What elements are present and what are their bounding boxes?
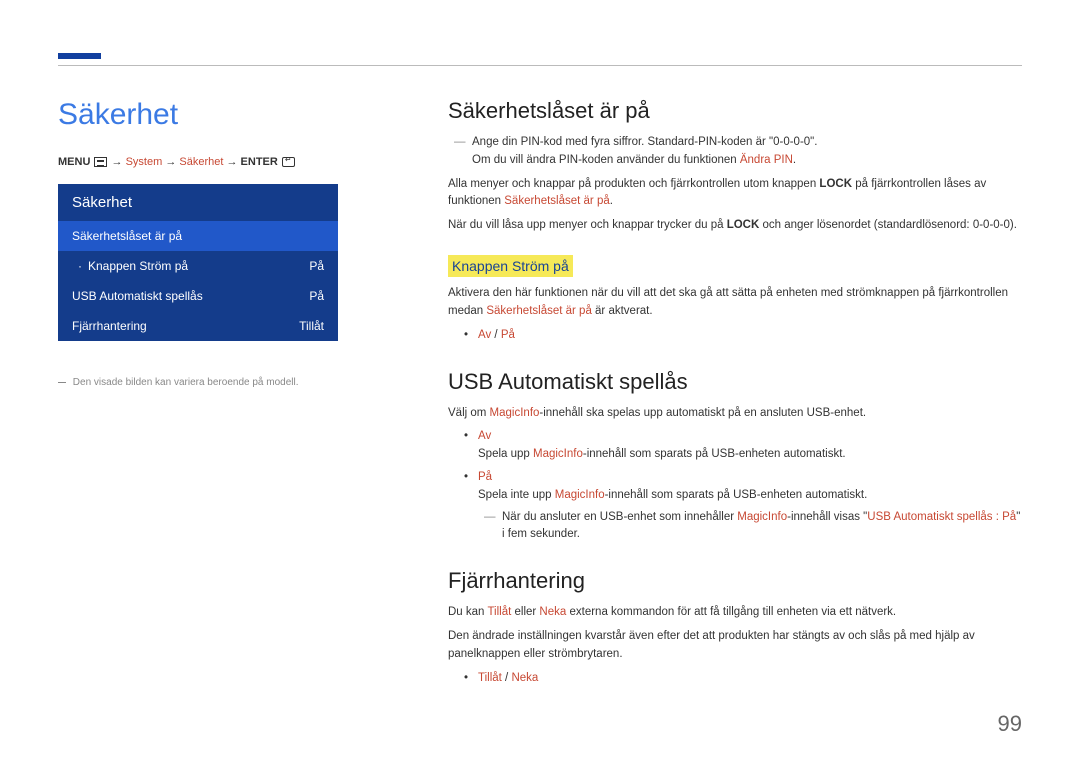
lock-term: LOCK: [819, 178, 852, 190]
option-av: Av: [478, 329, 491, 341]
option-pa-note: När du ansluter en USB-enhet som innehål…: [478, 509, 1022, 545]
page-accent-bar: [58, 53, 101, 59]
magicinfo-term: MagicInfo: [555, 489, 605, 501]
settings-row-value: På: [309, 259, 324, 273]
remote-description-1: Du kan Tillåt eller Neka externa kommand…: [448, 604, 1022, 622]
breadcrumb-arrow: →: [112, 156, 126, 168]
pin-note-line2a: Om du vill ändra PIN-koden använder du f…: [472, 154, 740, 166]
option-av-desc: Spela upp MagicInfo-innehåll som sparats…: [478, 446, 1022, 464]
power-button-description: Aktivera den här funktionen när du vill …: [448, 285, 1022, 321]
settings-row-value: Tillåt: [299, 319, 324, 333]
change-pin-term: Ändra PIN: [740, 154, 793, 166]
settings-row-label: Säkerhetslåset är på: [72, 229, 182, 243]
breadcrumb-menu: MENU: [58, 156, 90, 168]
section-heading-lock: Säkerhetslåset är på: [448, 98, 1022, 124]
dash-icon: [58, 382, 66, 383]
pin-note-line2c: .: [793, 154, 796, 166]
enter-icon: [282, 157, 295, 167]
option-pa-label: På: [478, 471, 492, 483]
security-lock-term: Säkerhetslåset är på: [504, 195, 609, 207]
usb-description: Välj om MagicInfo-innehåll ska spelas up…: [448, 405, 1022, 423]
breadcrumb-enter: ENTER: [241, 156, 278, 168]
pin-note-line1: Ange din PIN-kod med fyra siffror. Stand…: [472, 136, 817, 148]
magicinfo-term: MagicInfo: [533, 448, 583, 460]
footnote-text: Den visade bilden kan variera beroende p…: [73, 377, 299, 388]
settings-row-label: Fjärrhantering: [72, 319, 147, 333]
section-heading-remote: Fjärrhantering: [448, 568, 1022, 594]
usb-option-pa: På Spela inte upp MagicInfo-innehåll som…: [464, 469, 1022, 544]
security-lock-term: Säkerhetslåset är på: [486, 305, 591, 317]
option-pa: På: [501, 329, 515, 341]
remote-description-2: Den ändrade inställningen kvarstår även …: [448, 628, 1022, 664]
lock-description-2: När du vill låsa upp menyer och knappar …: [448, 217, 1022, 235]
tillat-term: Tillåt: [487, 606, 511, 618]
settings-row-power-button[interactable]: Knappen Ström på På: [58, 251, 338, 281]
settings-row-label: Knappen Ström på: [88, 259, 188, 273]
magicinfo-term: MagicInfo: [737, 511, 787, 523]
menu-grid-icon: [94, 157, 107, 167]
option-tillat: Tillåt: [478, 672, 502, 684]
breadcrumb-system: System: [126, 156, 163, 168]
magicinfo-term: MagicInfo: [490, 407, 540, 419]
option-pa-desc: Spela inte upp MagicInfo-innehåll som sp…: [478, 487, 1022, 505]
settings-row-lock-on[interactable]: Säkerhetslåset är på: [58, 221, 338, 251]
image-disclaimer: Den visade bilden kan variera beroende p…: [58, 377, 338, 388]
settings-row-usb-autoplay[interactable]: USB Automatiskt spellås På: [58, 281, 338, 311]
left-column: Säkerhet MENU → System → Säkerhet → ENTE…: [58, 98, 338, 695]
section-heading-usb: USB Automatiskt spellås: [448, 369, 1022, 395]
breadcrumb-arrow: →: [165, 156, 179, 168]
lock-description-1: Alla menyer och knappar på produkten och…: [448, 176, 1022, 212]
lock-term: LOCK: [727, 219, 760, 231]
settings-row-remote-management[interactable]: Fjärrhantering Tillåt: [58, 311, 338, 341]
breadcrumb-arrow: →: [226, 156, 240, 168]
pin-note: Ange din PIN-kod med fyra siffror. Stand…: [448, 134, 1022, 170]
page-title: Säkerhet: [58, 98, 338, 132]
usb-options: Av Spela upp MagicInfo-innehåll som spar…: [464, 428, 1022, 544]
remote-options: Tillåt / Neka: [464, 670, 1022, 688]
option-av-pa: Av / På: [464, 327, 1022, 345]
usb-option-av: Av Spela upp MagicInfo-innehåll som spar…: [464, 428, 1022, 464]
right-column: Säkerhetslåset är på Ange din PIN-kod me…: [448, 98, 1022, 695]
neka-term: Neka: [539, 606, 566, 618]
option-av-label: Av: [478, 430, 491, 442]
subsection-heading-power-button: Knappen Ström på: [448, 255, 573, 277]
usb-lock-on-term: USB Automatiskt spellås : På: [867, 511, 1016, 523]
option-tillat-neka: Tillåt / Neka: [464, 670, 1022, 688]
breadcrumb: MENU → System → Säkerhet → ENTER: [58, 156, 338, 168]
breadcrumb-security: Säkerhet: [179, 156, 223, 168]
page-number: 99: [998, 711, 1022, 737]
power-button-options: Av / På: [464, 327, 1022, 345]
settings-panel: Säkerhet Säkerhetslåset är på Knappen St…: [58, 184, 338, 341]
page-top-rule: [58, 65, 1022, 66]
settings-row-value: På: [309, 289, 324, 303]
settings-row-label: USB Automatiskt spellås: [72, 289, 203, 303]
option-neka: Neka: [511, 672, 538, 684]
settings-panel-title: Säkerhet: [58, 184, 338, 221]
